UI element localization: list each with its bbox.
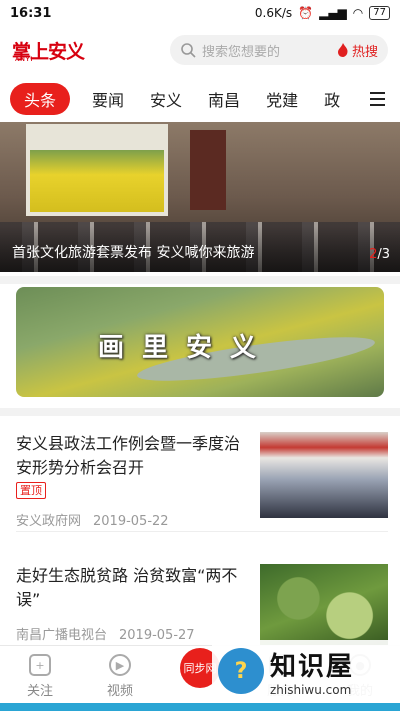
menu-icon[interactable] — [366, 86, 392, 112]
tab-yaowen[interactable]: 要闻 — [92, 87, 124, 111]
tab-nanchang[interactable]: 南昌 — [208, 87, 240, 111]
banner-caption: 首张文化旅游套票发布 安义喊你来旅游 — [12, 245, 255, 261]
news-date: 2019-05-27 — [119, 628, 195, 643]
tab-zheng[interactable]: 政 — [324, 87, 340, 111]
news-thumbnail — [260, 564, 388, 650]
nav-label: 视频 — [106, 684, 133, 699]
news-source: 南昌广播电视台 — [16, 628, 108, 643]
news-source: 安义政府网 — [16, 514, 82, 529]
app-logo[interactable]: 掌上安义 ANYI — [12, 37, 85, 64]
alarm-icon: ⏰ — [298, 6, 314, 20]
question-icon: ? — [218, 648, 264, 694]
promo-title: 画里安义 — [98, 333, 275, 363]
battery-icon: 77 — [369, 6, 390, 20]
news-title: 走好生态脱贫路 治贫致富“两不误” — [16, 566, 238, 609]
news-date: 2019-05-22 — [93, 514, 169, 529]
tab-dangjian[interactable]: 党建 — [266, 87, 298, 111]
header: 掌上安义 ANYI 搜索您想要的 热搜 — [0, 30, 400, 70]
hot-search-label: 热搜 — [351, 44, 378, 60]
news-meta: 安义政府网 2019-05-22 — [16, 510, 169, 529]
wifi-icon: ◠ — [352, 6, 364, 20]
divider — [0, 276, 400, 284]
follow-icon: + — [29, 654, 51, 676]
watermark-text: 知识屋 zhishiwu.com — [270, 646, 354, 697]
search-bar[interactable]: 搜索您想要的 热搜 — [170, 35, 388, 65]
fire-icon — [337, 43, 348, 57]
promo-banner[interactable]: 画里安义 — [16, 287, 384, 397]
status-time: 16:31 — [10, 5, 52, 21]
search-placeholder: 搜索您想要的 — [202, 44, 281, 60]
channel-tabs: 头条 要闻 安义 南昌 党建 政 — [0, 82, 400, 116]
watermark-url: zhishiwu.com — [270, 682, 352, 697]
logo-sub: ANYI — [15, 56, 34, 63]
tab-toutiao[interactable]: 头条 — [10, 83, 71, 115]
banner-carousel[interactable]: 首张文化旅游套票发布 安义喊你来旅游 2/3 — [0, 122, 400, 272]
banner-image-door — [190, 130, 226, 210]
nav-label: 关注 — [26, 684, 53, 699]
hot-search-button[interactable]: 热搜 — [337, 41, 378, 60]
news-title: 安义县政法工作例会暨一季度治安形势分析会召开 — [16, 434, 241, 477]
tab-anyi[interactable]: 安义 — [150, 87, 182, 111]
status-bar: 16:31 0.6K/s ⏰ ▂▄▆ ◠ 77 — [0, 0, 400, 26]
banner-counter: 2/3 — [369, 247, 390, 262]
signal-icon: ▂▄▆ — [319, 6, 347, 20]
news-item[interactable]: 安义县政法工作例会暨一季度治安形势分析会召开 置顶 安义政府网 2019-05-2… — [16, 432, 388, 532]
status-right: 0.6K/s ⏰ ▂▄▆ ◠ 77 — [255, 6, 390, 20]
banner-image-screen — [26, 124, 168, 216]
news-thumbnail — [260, 432, 388, 518]
nav-video[interactable]: ▶ 视频 — [80, 646, 160, 711]
watermark: ? 知识屋 zhishiwu.com — [212, 640, 400, 702]
news-meta: 南昌广播电视台 2019-05-27 — [16, 624, 195, 643]
watermark-name: 知识屋 — [270, 651, 355, 682]
pinned-badge: 置顶 — [16, 482, 46, 499]
bottom-accent-line — [0, 703, 400, 711]
play-icon: ▶ — [109, 654, 131, 676]
network-speed: 0.6K/s — [254, 6, 293, 20]
nav-follow[interactable]: + 关注 — [0, 646, 80, 711]
divider — [0, 408, 400, 416]
banner-total: /3 — [377, 247, 390, 262]
search-icon — [181, 43, 196, 58]
